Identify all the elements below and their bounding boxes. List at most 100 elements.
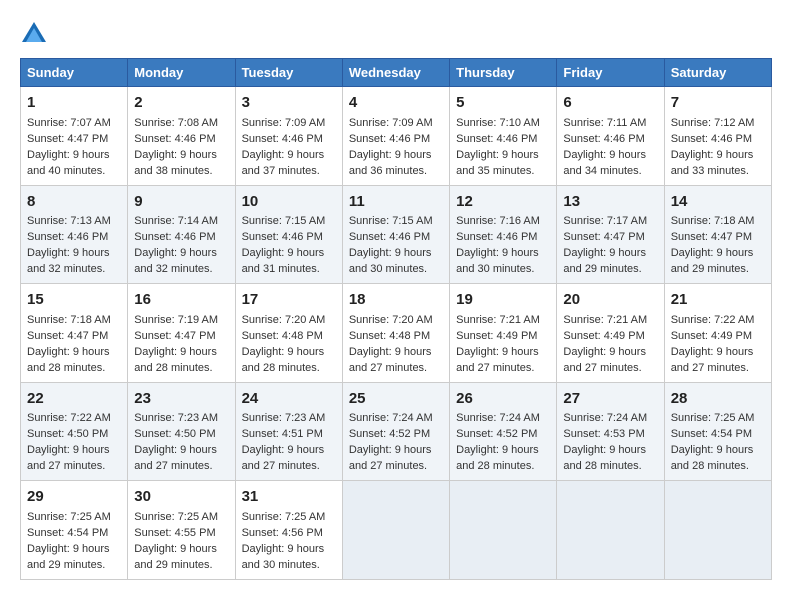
header-wednesday: Wednesday — [342, 59, 449, 87]
day-detail: and 38 minutes. — [134, 164, 228, 180]
day-detail: Daylight: 9 hours — [563, 148, 657, 164]
day-number: 10 — [242, 191, 336, 213]
day-detail: Daylight: 9 hours — [671, 345, 765, 361]
day-number: 8 — [27, 191, 121, 213]
day-detail: Sunset: 4:47 PM — [671, 230, 765, 246]
calendar-cell — [450, 481, 557, 580]
day-detail: Sunset: 4:49 PM — [563, 329, 657, 345]
calendar-cell: 5Sunrise: 7:10 AMSunset: 4:46 PMDaylight… — [450, 87, 557, 186]
calendar-cell: 4Sunrise: 7:09 AMSunset: 4:46 PMDaylight… — [342, 87, 449, 186]
calendar-cell: 31Sunrise: 7:25 AMSunset: 4:56 PMDayligh… — [235, 481, 342, 580]
day-detail: Sunset: 4:54 PM — [27, 526, 121, 542]
day-detail: Sunrise: 7:18 AM — [671, 214, 765, 230]
calendar-cell: 17Sunrise: 7:20 AMSunset: 4:48 PMDayligh… — [235, 284, 342, 383]
day-detail: and 32 minutes. — [27, 262, 121, 278]
day-detail: Sunset: 4:46 PM — [456, 132, 550, 148]
day-detail: Sunrise: 7:24 AM — [349, 411, 443, 427]
day-detail: Sunset: 4:50 PM — [134, 427, 228, 443]
calendar-cell: 2Sunrise: 7:08 AMSunset: 4:46 PMDaylight… — [128, 87, 235, 186]
day-detail: and 28 minutes. — [27, 361, 121, 377]
day-detail: Daylight: 9 hours — [27, 345, 121, 361]
day-number: 16 — [134, 289, 228, 311]
header-row: SundayMondayTuesdayWednesdayThursdayFrid… — [21, 59, 772, 87]
day-detail: and 36 minutes. — [349, 164, 443, 180]
day-detail: Sunrise: 7:16 AM — [456, 214, 550, 230]
day-detail: Daylight: 9 hours — [134, 443, 228, 459]
day-detail: Daylight: 9 hours — [134, 542, 228, 558]
day-detail: Sunrise: 7:25 AM — [27, 510, 121, 526]
day-detail: Sunset: 4:47 PM — [27, 132, 121, 148]
week-row-2: 15Sunrise: 7:18 AMSunset: 4:47 PMDayligh… — [21, 284, 772, 383]
day-detail: Sunrise: 7:15 AM — [242, 214, 336, 230]
calendar-cell: 22Sunrise: 7:22 AMSunset: 4:50 PMDayligh… — [21, 382, 128, 481]
day-detail: and 34 minutes. — [563, 164, 657, 180]
day-number: 3 — [242, 92, 336, 114]
day-detail: and 33 minutes. — [671, 164, 765, 180]
day-number: 29 — [27, 486, 121, 508]
calendar-cell: 13Sunrise: 7:17 AMSunset: 4:47 PMDayligh… — [557, 185, 664, 284]
day-detail: Sunset: 4:48 PM — [349, 329, 443, 345]
day-number: 25 — [349, 388, 443, 410]
day-number: 20 — [563, 289, 657, 311]
calendar-cell: 30Sunrise: 7:25 AMSunset: 4:55 PMDayligh… — [128, 481, 235, 580]
day-detail: and 27 minutes. — [671, 361, 765, 377]
day-number: 6 — [563, 92, 657, 114]
day-detail: Daylight: 9 hours — [242, 345, 336, 361]
day-number: 30 — [134, 486, 228, 508]
day-detail: Sunrise: 7:19 AM — [134, 313, 228, 329]
day-number: 12 — [456, 191, 550, 213]
day-detail: Daylight: 9 hours — [242, 148, 336, 164]
calendar-cell: 23Sunrise: 7:23 AMSunset: 4:50 PMDayligh… — [128, 382, 235, 481]
calendar-cell: 18Sunrise: 7:20 AMSunset: 4:48 PMDayligh… — [342, 284, 449, 383]
day-detail: Sunset: 4:49 PM — [456, 329, 550, 345]
day-number: 9 — [134, 191, 228, 213]
header-tuesday: Tuesday — [235, 59, 342, 87]
day-detail: Sunset: 4:46 PM — [671, 132, 765, 148]
day-detail: Sunrise: 7:10 AM — [456, 116, 550, 132]
day-detail: and 32 minutes. — [134, 262, 228, 278]
calendar-cell: 29 Sunrise: 7:25 AMSunset: 4:54 PMDayligh… — [21, 481, 128, 580]
day-detail: and 28 minutes. — [134, 361, 228, 377]
day-number: 28 — [671, 388, 765, 410]
day-detail: Daylight: 9 hours — [242, 443, 336, 459]
calendar-cell: 26Sunrise: 7:24 AMSunset: 4:52 PMDayligh… — [450, 382, 557, 481]
day-detail: Sunset: 4:56 PM — [242, 526, 336, 542]
day-detail: Sunrise: 7:24 AM — [456, 411, 550, 427]
calendar-cell: 11Sunrise: 7:15 AMSunset: 4:46 PMDayligh… — [342, 185, 449, 284]
day-detail: Sunrise: 7:14 AM — [134, 214, 228, 230]
day-detail: and 27 minutes. — [27, 459, 121, 475]
day-detail: and 40 minutes. — [27, 164, 121, 180]
day-detail: Daylight: 9 hours — [134, 345, 228, 361]
day-detail: Daylight: 9 hours — [671, 443, 765, 459]
calendar-cell: 16Sunrise: 7:19 AMSunset: 4:47 PMDayligh… — [128, 284, 235, 383]
day-detail: and 29 minutes. — [134, 558, 228, 574]
day-detail: Daylight: 9 hours — [134, 246, 228, 262]
day-number: 22 — [27, 388, 121, 410]
header-monday: Monday — [128, 59, 235, 87]
day-detail: and 27 minutes. — [349, 459, 443, 475]
day-detail: Sunrise: 7:25 AM — [671, 411, 765, 427]
day-detail: Sunset: 4:46 PM — [134, 132, 228, 148]
day-detail: Sunrise: 7:17 AM — [563, 214, 657, 230]
header-sunday: Sunday — [21, 59, 128, 87]
day-detail: Daylight: 9 hours — [349, 443, 443, 459]
day-detail: Sunrise: 7:23 AM — [134, 411, 228, 427]
week-row-0: 1Sunrise: 7:07 AMSunset: 4:47 PMDaylight… — [21, 87, 772, 186]
calendar-cell: 7Sunrise: 7:12 AMSunset: 4:46 PMDaylight… — [664, 87, 771, 186]
day-detail: Daylight: 9 hours — [671, 246, 765, 262]
day-detail: Daylight: 9 hours — [27, 542, 121, 558]
day-detail: Sunrise: 7:21 AM — [563, 313, 657, 329]
day-number: 4 — [349, 92, 443, 114]
logo — [20, 20, 52, 48]
day-detail: Sunrise: 7:12 AM — [671, 116, 765, 132]
day-detail: Sunset: 4:46 PM — [242, 230, 336, 246]
day-number: 14 — [671, 191, 765, 213]
header-saturday: Saturday — [664, 59, 771, 87]
calendar-cell: 15Sunrise: 7:18 AMSunset: 4:47 PMDayligh… — [21, 284, 128, 383]
calendar-cell: 24Sunrise: 7:23 AMSunset: 4:51 PMDayligh… — [235, 382, 342, 481]
day-number: 24 — [242, 388, 336, 410]
day-detail: Sunset: 4:53 PM — [563, 427, 657, 443]
day-detail: and 27 minutes. — [242, 459, 336, 475]
day-number: 15 — [27, 289, 121, 311]
day-number: 23 — [134, 388, 228, 410]
